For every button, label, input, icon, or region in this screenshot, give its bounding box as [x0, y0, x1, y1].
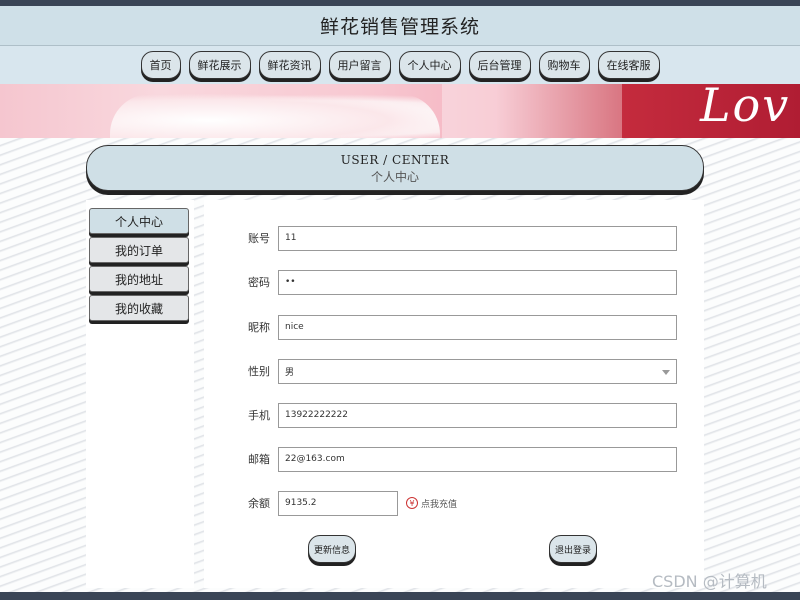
nav-home[interactable]: 首页 [140, 51, 181, 79]
email-row: 邮箱 22@163.com [204, 446, 704, 472]
section-title-en: USER / CENTER [340, 153, 450, 167]
main-nav: 首页 鲜花展示 鲜花资讯 用户留言 个人中心 后台管理 购物车 在线客服 [0, 46, 800, 84]
logout-button[interactable]: 退出登录 [549, 535, 597, 563]
nav-cart[interactable]: 购物车 [538, 51, 590, 79]
section-title-cn: 个人中心 [370, 170, 419, 184]
password-label: 密码 [248, 276, 270, 289]
account-row: 账号 11 [204, 225, 704, 251]
sidebar-item-favorites[interactable]: 我的收藏 [89, 295, 189, 321]
nickname-row: 昵称 nice [204, 314, 704, 340]
site-header: 鲜花销售管理系统 [0, 6, 800, 46]
site-title: 鲜花销售管理系统 [319, 16, 480, 38]
bottom-border [0, 592, 800, 600]
nav-user-center[interactable]: 个人中心 [398, 51, 461, 79]
nav-flower-showcase[interactable]: 鲜花展示 [188, 51, 251, 79]
watermark: CSDN @计算机 [652, 572, 767, 591]
gender-select[interactable]: 男 [278, 358, 677, 384]
gender-row: 性别 男 [204, 358, 704, 384]
password-row: 密码 •• [204, 269, 704, 295]
section-header: USER / CENTER 个人中心 [86, 145, 704, 191]
recharge-label: 点我充值 [421, 499, 458, 510]
account-label: 账号 [248, 232, 270, 245]
sidebar-item-user-center[interactable]: 个人中心 [89, 208, 189, 234]
nickname-label: 昵称 [248, 321, 270, 334]
balance-label: 余额 [248, 497, 270, 510]
nav-flower-news[interactable]: 鲜花资讯 [258, 51, 321, 79]
sidebar-item-orders[interactable]: 我的订单 [89, 237, 189, 263]
nickname-input[interactable]: nice [278, 314, 677, 340]
phone-input[interactable]: 13922222222 [278, 402, 677, 428]
nav-messages[interactable]: 用户留言 [328, 51, 391, 79]
nav-online-service[interactable]: 在线客服 [597, 51, 660, 79]
banner-panel [442, 84, 622, 138]
chevron-down-icon [662, 369, 670, 375]
update-info-button[interactable]: 更新信息 [308, 535, 356, 563]
sidebar-item-addresses[interactable]: 我的地址 [89, 266, 189, 292]
balance-row: 余额 9135.2 ¥ 点我充值 [204, 490, 704, 516]
phone-label: 手机 [248, 409, 270, 422]
account-input[interactable]: 11 [278, 225, 677, 251]
phone-row: 手机 13922222222 [204, 402, 704, 428]
recharge-link[interactable]: ¥ 点我充值 [406, 497, 457, 510]
nav-admin[interactable]: 后台管理 [468, 51, 531, 79]
banner-cloud [110, 94, 440, 138]
email-input[interactable]: 22@163.com [278, 446, 677, 472]
balance-input[interactable]: 9135.2 [278, 490, 398, 516]
gender-label: 性别 [248, 365, 270, 378]
email-label: 邮箱 [248, 453, 270, 466]
gender-value: 男 [285, 367, 295, 378]
sidebar: 个人中心 我的订单 我的地址 我的收藏 [86, 200, 194, 588]
password-input[interactable]: •• [278, 269, 677, 295]
yen-icon: ¥ [406, 497, 418, 509]
banner-image: Lov [0, 84, 800, 138]
banner-text: Lov [700, 84, 791, 132]
profile-form: 账号 11 密码 •• 昵称 nice 性别 男 手机 13922222222 … [204, 200, 704, 588]
